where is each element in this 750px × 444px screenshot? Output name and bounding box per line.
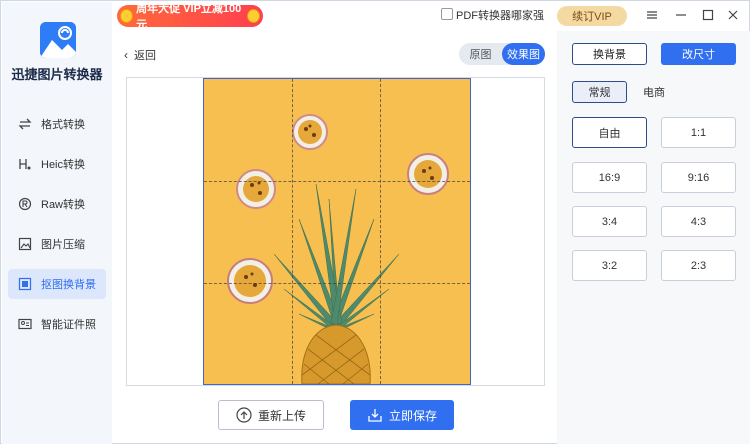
ratio-9-16[interactable]: 9:16 (661, 162, 736, 193)
sidebar-item-label: 图片压缩 (41, 239, 85, 251)
sidebar-item-cutout[interactable]: 抠图换背景 (8, 269, 106, 299)
app-logo-icon (40, 22, 76, 58)
ratio-2-3[interactable]: 2:3 (661, 250, 736, 281)
menu-icon[interactable] (642, 5, 662, 25)
upload-icon (236, 407, 252, 423)
view-toggle: 原图 效果图 (459, 43, 545, 65)
sidebar: 迅捷图片转换器 格式转换 Heic转换 Raw转换 图片压缩 抠图换背景 智能证… (2, 2, 112, 444)
sidebar-item-compress[interactable]: 图片压缩 (8, 229, 106, 259)
tab-regular[interactable]: 常规 (572, 81, 627, 103)
ratio-3-4[interactable]: 3:4 (572, 206, 647, 237)
heic-icon (17, 156, 33, 172)
tab-original[interactable]: 原图 (459, 43, 502, 65)
pineapple-image (227, 114, 449, 384)
crop-grid-line (380, 79, 381, 384)
format-convert-icon (17, 116, 33, 132)
change-background-button[interactable]: 换背景 (572, 43, 647, 65)
save-label: 立即保存 (388, 408, 437, 423)
sidebar-item-heic[interactable]: Heic转换 (8, 149, 106, 179)
renew-vip-button[interactable]: 续订VIP (557, 6, 627, 26)
sidebar-item-label: 抠图换背景 (41, 279, 96, 291)
ratio-16-9[interactable]: 16:9 (572, 162, 647, 193)
preview-canvas (126, 77, 545, 386)
ratio-1-1[interactable]: 1:1 (661, 117, 736, 148)
crop-grid-line (292, 79, 293, 384)
user-name[interactable]: PDF转换器哪家强 (456, 7, 544, 23)
raw-icon (17, 196, 33, 212)
close-icon[interactable] (723, 5, 743, 25)
right-panel: 换背景 改尺寸 常规 电商 自由 1:1 16:9 9:16 3:4 4:3 3… (557, 31, 750, 444)
sidebar-item-label: Raw转换 (41, 199, 86, 211)
back-label: 返回 (134, 50, 156, 62)
image-compress-icon (17, 236, 33, 252)
promo-banner[interactable]: 周年大促 VIP立减100元 (117, 3, 263, 31)
crop-grid-line (204, 283, 470, 284)
coin-icon (246, 9, 260, 23)
tab-result[interactable]: 效果图 (502, 43, 545, 65)
maximize-icon[interactable] (698, 5, 718, 25)
back-button[interactable]: ‹ 返回 (124, 47, 156, 63)
tab-ecommerce[interactable]: 电商 (639, 81, 669, 103)
save-button[interactable]: 立即保存 (350, 400, 454, 430)
ratio-4-3[interactable]: 4:3 (661, 206, 736, 237)
sidebar-item-raw[interactable]: Raw转换 (8, 189, 106, 219)
cutout-icon (17, 276, 33, 292)
coin-icon (120, 9, 134, 23)
id-photo-icon (17, 316, 33, 332)
sidebar-item-id-photo[interactable]: 智能证件照 (8, 309, 106, 339)
crop-grid-line (204, 181, 470, 182)
reupload-label: 重新上传 (257, 408, 306, 423)
sidebar-item-label: Heic转换 (41, 159, 86, 171)
save-download-icon (367, 407, 383, 423)
minimize-icon[interactable] (671, 5, 691, 25)
chevron-left-icon: ‹ (124, 48, 128, 62)
result-image[interactable] (203, 78, 471, 385)
app-name: 迅捷图片转换器 (11, 67, 103, 82)
reupload-button[interactable]: 重新上传 (218, 400, 324, 430)
sidebar-item-label: 格式转换 (41, 119, 85, 131)
ratio-free[interactable]: 自由 (572, 117, 647, 148)
app-window: 迅捷图片转换器 格式转换 Heic转换 Raw转换 图片压缩 抠图换背景 智能证… (0, 0, 750, 444)
sidebar-item-label: 智能证件照 (41, 319, 96, 331)
ratio-3-2[interactable]: 3:2 (572, 250, 647, 281)
sidebar-item-format[interactable]: 格式转换 (8, 109, 106, 139)
resize-button[interactable]: 改尺寸 (661, 43, 736, 65)
promo-text: 周年大促 VIP立减100元 (136, 3, 242, 31)
user-avatar-icon[interactable] (441, 8, 453, 20)
